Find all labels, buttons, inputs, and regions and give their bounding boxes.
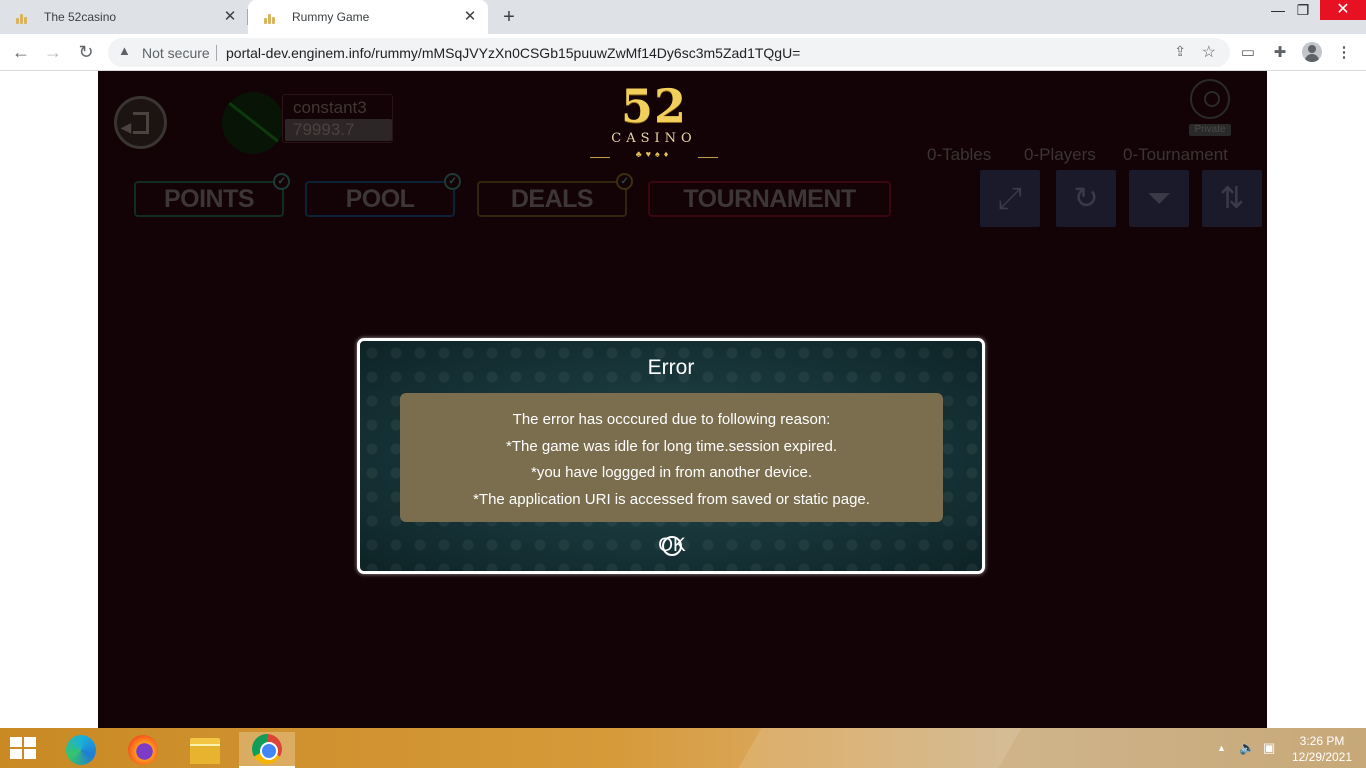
warning-icon[interactable]: ▲ xyxy=(118,43,131,58)
private-table-icon xyxy=(1190,79,1230,119)
fullscreen-icon: ⤢ xyxy=(998,181,1022,215)
address-divider xyxy=(216,45,217,61)
tray-chevron-icon[interactable]: ▲ xyxy=(1217,743,1226,753)
minimize-window-button[interactable]: — xyxy=(1265,0,1291,34)
tables-count: 0-Tables xyxy=(927,145,992,164)
tab-deals[interactable]: DEALS ✓ xyxy=(477,173,633,217)
share-icon[interactable]: ⇪ xyxy=(1174,43,1186,60)
windows-start-icon[interactable] xyxy=(10,737,38,761)
close-tab-icon[interactable]: ✕ xyxy=(462,9,478,25)
error-message-line: *The game was idle for long time.session… xyxy=(506,437,837,455)
logo-number: 52 xyxy=(620,79,687,133)
edge-taskbar-button[interactable] xyxy=(53,732,109,768)
chrome-taskbar-button[interactable] xyxy=(239,732,295,768)
user-info: constant3 79993.7 xyxy=(282,94,393,143)
ok-ring-icon xyxy=(662,536,682,556)
new-tab-button[interactable]: + xyxy=(499,6,519,28)
check-icon: ✓ xyxy=(616,173,633,190)
system-clock[interactable]: 3:26 PM 12/29/2021 xyxy=(1288,733,1356,765)
logo-suits: ♣♥♠♦ xyxy=(635,149,673,159)
exit-door-icon: ◀ xyxy=(121,111,149,134)
edge-icon xyxy=(66,735,96,765)
tab-title: Rummy Game xyxy=(292,10,370,24)
clock-date: 12/29/2021 xyxy=(1291,750,1353,764)
firefox-icon xyxy=(128,735,158,765)
url-text[interactable]: portal-dev.enginem.info/rummy/mMSqJVYzXn… xyxy=(226,45,800,61)
check-icon: ✓ xyxy=(273,173,290,190)
fullscreen-button[interactable]: ⤢ xyxy=(980,170,1040,227)
filter-button[interactable]: ⏷ xyxy=(1129,170,1189,227)
close-window-button[interactable]: ✕ xyxy=(1320,0,1366,20)
tab-label: TOURNAMENT xyxy=(683,185,856,213)
browser-toolbar: ← → ↻ ▲ Not secure portal-dev.enginem.in… xyxy=(0,34,1366,71)
security-status[interactable]: Not secure xyxy=(142,45,210,61)
forward-icon[interactable]: → xyxy=(42,41,64,63)
tab-label: POOL xyxy=(345,185,415,213)
refresh-icon: ↻ xyxy=(1073,182,1099,215)
dialog-title: Error xyxy=(647,356,695,379)
firefox-taskbar-button[interactable] xyxy=(115,732,171,768)
ok-button[interactable]: OK xyxy=(655,532,689,560)
casino-favicon-icon xyxy=(14,10,28,24)
chrome-icon xyxy=(252,734,282,764)
tab-title: The 52casino xyxy=(44,10,117,24)
exit-button[interactable]: ◀ xyxy=(114,96,167,149)
private-label: Private xyxy=(1189,124,1231,136)
private-table-button[interactable]: Private xyxy=(1184,79,1236,139)
error-message-line: *The application URI is accessed from sa… xyxy=(473,490,870,508)
filter-icon: ⏷ xyxy=(1147,181,1171,215)
file-explorer-taskbar-button[interactable] xyxy=(177,732,233,768)
media-icon[interactable]: ▭ xyxy=(1237,42,1259,64)
sort-icon: ⇅ xyxy=(1219,182,1245,215)
error-message-line: The error has occcured due to following … xyxy=(512,411,831,428)
tab-label: DEALS xyxy=(510,185,594,213)
browser-tab-rummy-game[interactable]: Rummy Game ✕ xyxy=(248,0,488,34)
profile-icon[interactable] xyxy=(1302,42,1322,62)
error-dialog: Error The error has occcured due to foll… xyxy=(357,338,985,574)
reload-icon[interactable]: ↻ xyxy=(75,41,97,63)
check-icon: ✓ xyxy=(444,173,461,190)
extensions-icon[interactable]: ✚ xyxy=(1269,42,1291,64)
refresh-button[interactable]: ↻ xyxy=(1056,170,1116,227)
address-bar[interactable]: ▲ Not secure portal-dev.enginem.info/rum… xyxy=(108,38,1230,67)
avatar[interactable] xyxy=(222,92,284,154)
maximize-window-button[interactable]: ❐ xyxy=(1290,0,1316,34)
error-message-line: *you have loggged in from another device… xyxy=(530,464,812,481)
star-icon[interactable]: ☆ xyxy=(1202,42,1216,62)
logo-word: CASINO xyxy=(611,131,697,146)
close-tab-icon[interactable]: ✕ xyxy=(222,9,238,25)
folder-icon xyxy=(190,738,220,764)
browser-tab-52casino[interactable]: The 52casino ✕ xyxy=(0,0,248,34)
username: constant3 xyxy=(293,98,367,117)
back-icon[interactable]: ← xyxy=(10,41,32,63)
players-count: 0-Players xyxy=(1024,145,1096,164)
browser-tab-strip: The 52casino ✕ Rummy Game ✕ + — ❐ ✕ xyxy=(0,0,1366,34)
taskbar: ▲ 🔈 ▣ 3:26 PM 12/29/2021 xyxy=(0,728,1366,768)
volume-icon[interactable]: 🔈 xyxy=(1239,740,1255,756)
tournament-count: 0-Tournament xyxy=(1123,145,1228,164)
user-balance: 79993.7 xyxy=(285,119,392,141)
error-message-box: The error has occcured due to following … xyxy=(400,393,943,522)
tab-tournament[interactable]: TOURNAMENT xyxy=(648,181,891,217)
clock-time: 3:26 PM xyxy=(1299,734,1345,748)
menu-icon[interactable]: ⋮ xyxy=(1333,42,1355,64)
casino-logo: 52 CASINO ♣♥♠♦ xyxy=(584,81,724,167)
tab-points[interactable]: POINTS ✓ xyxy=(134,173,290,217)
network-icon[interactable]: ▣ xyxy=(1263,740,1275,756)
sort-button[interactable]: ⇅ xyxy=(1202,170,1262,227)
tab-label: POINTS xyxy=(163,185,255,213)
tab-pool[interactable]: POOL ✓ xyxy=(305,173,461,217)
casino-favicon-icon xyxy=(262,10,276,24)
